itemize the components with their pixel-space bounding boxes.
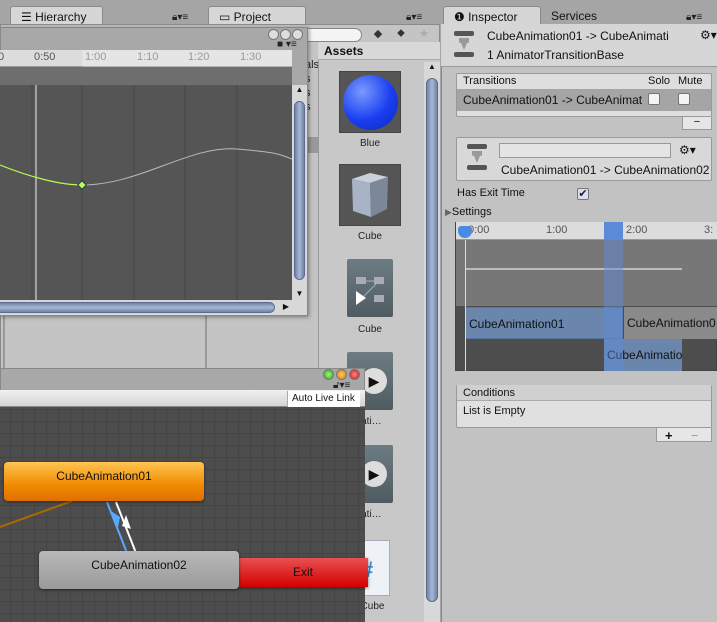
- gear-icon[interactable]: ⚙▾: [700, 28, 717, 42]
- timeline-playhead: [465, 240, 466, 371]
- tab-services[interactable]: Services: [541, 6, 641, 25]
- list-icon: ☰: [21, 10, 36, 24]
- transition-lines: [0, 500, 137, 554]
- timeline-line: [465, 268, 682, 270]
- solo-label: Solo: [648, 75, 671, 87]
- transition-label: CubeAnimation01 -> CubeAnimation02: [501, 163, 710, 177]
- folder-icon: ▭: [219, 10, 234, 24]
- lock-icon[interactable]: 🔒︎▾≡: [686, 12, 702, 23]
- has-exit-time-label: Has Exit Time: [457, 187, 525, 199]
- curve-hscroll[interactable]: ▶: [0, 300, 307, 315]
- conditions-header: Conditions: [457, 385, 711, 401]
- transition-row[interactable]: CubeAnimation01 -> CubeAnimat: [457, 89, 711, 111]
- event-strip: [0, 67, 292, 85]
- tab-project[interactable]: ▭ Project: [208, 6, 306, 25]
- inspector-subtitle: 1 AnimatorTransitionBase: [487, 48, 624, 62]
- ruler-range: [82, 50, 292, 67]
- animator-controller-icon: [356, 277, 384, 305]
- label-tag-icon[interactable]: ⬥: [390, 27, 412, 43]
- entry-transition: [0, 500, 73, 528]
- asset-cube-mesh[interactable]: [339, 164, 401, 226]
- divider: [205, 316, 207, 368]
- triangle-right-icon: ▶: [445, 207, 452, 217]
- transitions-header: Transitions: [463, 75, 517, 87]
- conditions-empty: List is Empty: [463, 405, 526, 417]
- transition-arrow: [115, 501, 137, 554]
- lock-icon[interactable]: ■ ▾≡: [277, 39, 297, 50]
- tab-inspector[interactable]: ❶ Inspector: [443, 6, 541, 25]
- lock-icon[interactable]: 🔒︎▾≡: [406, 12, 422, 23]
- asset-animator-controller[interactable]: [347, 259, 393, 317]
- selection-highlight: [308, 137, 318, 153]
- mute-label: Mute: [678, 75, 703, 87]
- curve-vscroll[interactable]: ▲ ▼: [292, 85, 307, 300]
- favorite-star-icon[interactable]: ★: [413, 27, 435, 43]
- divider: [3, 316, 5, 368]
- mute-checkbox[interactable]: [678, 93, 690, 105]
- exit-node[interactable]: Exit: [238, 558, 368, 587]
- search-input[interactable]: [300, 28, 362, 42]
- state-node-cubeanimation02[interactable]: CubeAnimation02: [39, 551, 239, 589]
- clip-bar-source[interactable]: CubeAnimation01: [465, 307, 623, 339]
- settings-foldout[interactable]: ▶Settings: [445, 206, 492, 218]
- zoom-window-icon[interactable]: [323, 369, 334, 380]
- transition-name-input[interactable]: [499, 143, 671, 158]
- inspector-title: CubeAnimation01 -> CubeAnimati: [487, 29, 669, 43]
- range-handle: [604, 222, 623, 240]
- remove-transition-button[interactable]: −: [682, 117, 712, 130]
- assets-scrollbar[interactable]: ▲: [424, 62, 440, 622]
- auto-live-link-button[interactable]: Auto Live Link: [287, 391, 360, 407]
- curve-graph[interactable]: [0, 85, 292, 300]
- minimize-window-icon[interactable]: [336, 369, 347, 380]
- material-sphere-icon: [343, 75, 398, 130]
- solo-checkbox[interactable]: [648, 93, 660, 105]
- transition-range[interactable]: [604, 222, 623, 371]
- timeline-curve-area: [456, 240, 717, 306]
- clip-bar-dest[interactable]: CubeAnimation0: [624, 307, 717, 339]
- tab-hierarchy[interactable]: ☰ Hierarchy: [10, 6, 103, 25]
- asset-blue[interactable]: [339, 71, 401, 133]
- transition-arrow-selected: [106, 501, 128, 554]
- has-exit-time-checkbox[interactable]: ✔: [577, 188, 589, 200]
- timeline-ruler: 0:00 1:00 2:00 3:: [456, 222, 717, 240]
- close-window-icon[interactable]: [349, 369, 360, 380]
- info-icon: ❶: [454, 10, 469, 24]
- gear-icon[interactable]: ⚙▾: [679, 143, 696, 157]
- assets-header: Assets: [318, 42, 440, 60]
- transition-icon: [467, 144, 487, 172]
- lock-icon[interactable]: 🔒︎▾≡: [172, 12, 188, 23]
- filter-type-icon[interactable]: ◆: [367, 27, 389, 43]
- add-condition-button[interactable]: +: [665, 428, 673, 443]
- transition-icon: [454, 31, 474, 59]
- cube-mesh-icon: [352, 173, 388, 217]
- remove-condition-button[interactable]: −: [691, 428, 699, 443]
- state-node-cubeanimation01[interactable]: CubeAnimation01: [4, 462, 204, 501]
